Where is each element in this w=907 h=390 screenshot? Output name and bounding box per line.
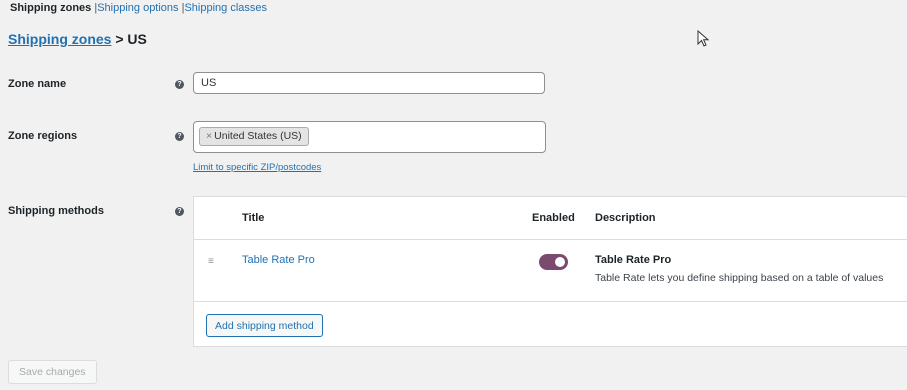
- method-description-title: Table Rate Pro: [595, 254, 672, 266]
- limit-zip-postcodes-link[interactable]: Limit to specific ZIP/postcodes: [193, 162, 321, 173]
- subnav-shipping-zones[interactable]: Shipping zones: [10, 2, 91, 14]
- breadcrumb-shipping-zones-link[interactable]: Shipping zones: [8, 31, 111, 47]
- subnav-shipping-options[interactable]: Shipping options: [97, 2, 178, 14]
- drag-handle-icon[interactable]: ≡: [208, 256, 214, 267]
- help-icon[interactable]: ?: [175, 80, 184, 89]
- zone-regions-select[interactable]: × United States (US): [193, 121, 546, 153]
- zone-name-input[interactable]: [193, 72, 545, 94]
- column-title: Title: [242, 212, 265, 224]
- help-icon[interactable]: ?: [175, 207, 184, 216]
- subnav-shipping-classes[interactable]: Shipping classes: [184, 2, 267, 14]
- mouse-cursor-icon: [697, 30, 710, 47]
- remove-chip-icon[interactable]: ×: [206, 130, 212, 142]
- help-icon[interactable]: ?: [175, 132, 184, 141]
- zone-regions-label: Zone regions: [8, 130, 78, 142]
- breadcrumb-current-zone: > US: [111, 31, 147, 47]
- zone-name-label: Zone name: [8, 78, 67, 90]
- table-row: ≡ Table Rate Pro Table Rate Pro Table Ra…: [194, 239, 907, 302]
- method-description-text: Table Rate lets you define shipping base…: [595, 272, 884, 284]
- add-shipping-method-button[interactable]: Add shipping method: [206, 314, 323, 337]
- breadcrumb: Shipping zones > US: [8, 31, 147, 47]
- shipping-subnav: Shipping zones |Shipping options |Shippi…: [10, 2, 267, 14]
- column-description: Description: [595, 212, 656, 224]
- toggle-knob: [555, 257, 565, 267]
- shipping-methods-label: Shipping methods: [8, 205, 104, 217]
- save-changes-button[interactable]: Save changes: [8, 360, 97, 384]
- column-enabled: Enabled: [532, 212, 575, 224]
- shipping-methods-table: Title Enabled Description ≡ Table Rate P…: [193, 196, 907, 347]
- table-header: Title Enabled Description: [194, 197, 907, 240]
- region-chip: × United States (US): [199, 127, 309, 146]
- enabled-toggle[interactable]: [539, 254, 568, 270]
- region-chip-label: United States (US): [214, 130, 302, 142]
- method-title-link[interactable]: Table Rate Pro: [242, 254, 315, 266]
